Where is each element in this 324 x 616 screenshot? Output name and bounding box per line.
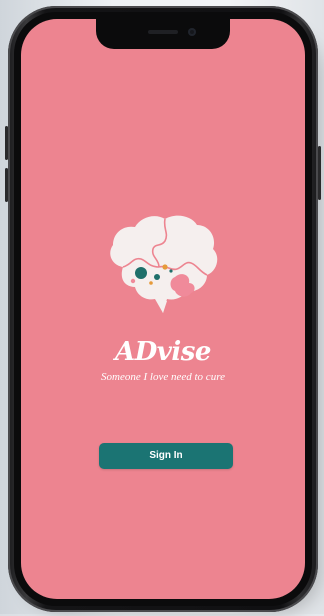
volume-button xyxy=(5,168,8,202)
orange-dot-small xyxy=(149,281,153,285)
notch xyxy=(96,19,230,49)
teal-dot-small xyxy=(154,274,160,280)
orange-dot xyxy=(162,264,168,270)
teal-dot xyxy=(135,267,147,279)
volume-button xyxy=(5,126,8,160)
brain-shape xyxy=(110,215,218,313)
app-screen: ADvise Someone I love need to cure Sign … xyxy=(21,19,305,599)
power-button xyxy=(318,146,321,200)
brain-puzzle-icon xyxy=(110,215,218,313)
sign-in-button[interactable]: Sign In xyxy=(99,443,233,469)
teal-dot-tiny xyxy=(169,269,173,273)
pink-dot xyxy=(130,278,136,284)
app-title: ADvise xyxy=(115,337,211,367)
earpiece-speaker-icon xyxy=(148,30,178,34)
app-tagline: Someone I love need to cure xyxy=(101,371,225,383)
front-camera-icon xyxy=(188,28,196,36)
